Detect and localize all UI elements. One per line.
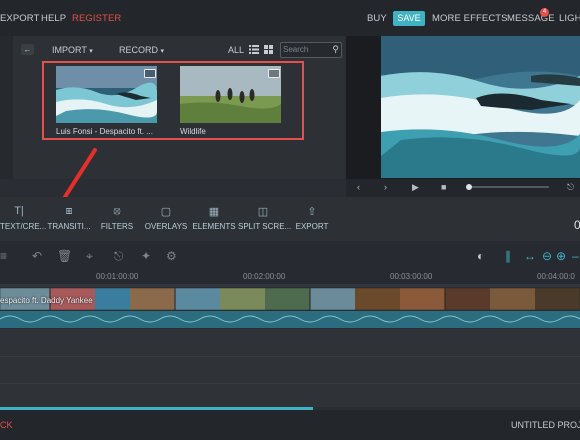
project-title: UNTITLED PROJE xyxy=(511,420,580,430)
chevron-down-icon: ▾ xyxy=(89,48,93,55)
chevron-down-icon: ▾ xyxy=(160,48,165,55)
track-clip-label: espacito ft. Daddy Yankee xyxy=(0,296,93,305)
zoom-in-icon[interactable]: ⊕ xyxy=(556,249,566,263)
crop-icon[interactable]: ⌖ xyxy=(86,249,93,264)
playback-progress-track[interactable] xyxy=(465,184,549,190)
export-icon: ⇧ xyxy=(307,206,317,218)
search-icon: ⚲ xyxy=(332,44,339,54)
microphone-icon[interactable]: ⎋ xyxy=(567,182,574,193)
menu-help[interactable]: HELP xyxy=(41,13,66,24)
step-back-icon[interactable]: › xyxy=(384,182,387,192)
filter-all[interactable]: ALL xyxy=(228,45,244,55)
undo-icon[interactable]: ↶ xyxy=(32,249,42,263)
detach-icon[interactable]: ⎋ xyxy=(114,249,124,264)
magic-wand-icon[interactable]: ✦ xyxy=(141,249,151,263)
playback-knob[interactable] xyxy=(465,184,472,190)
menu-bar: EXPORT HELP REGISTER BUY SAVE MORE EFFEC… xyxy=(0,0,580,36)
ruler-tick-label: 00:02:00:00 xyxy=(243,272,286,281)
back-arrow-icon[interactable]: ← xyxy=(21,44,34,55)
tool-filters[interactable]: ⦻ FILTERS xyxy=(99,205,135,231)
track-divider xyxy=(0,356,580,357)
tool-split-screen[interactable]: ◫ SPLIT SCRE... xyxy=(238,205,291,231)
delete-icon[interactable]: 🗑 xyxy=(57,249,72,263)
tool-overlays[interactable]: ▢ OVERLAYS xyxy=(143,205,189,231)
color-palette-icon[interactable]: ⚙ xyxy=(166,249,177,263)
ruler-tick-label: 00:01:00:00 xyxy=(96,272,139,281)
menu-register[interactable]: REGISTER xyxy=(72,13,121,24)
audio-track[interactable] xyxy=(0,311,580,328)
ruler-tick-label: 00:03:00:00 xyxy=(390,272,433,281)
record-dropdown[interactable]: RECORD ▾ xyxy=(119,45,164,55)
skip-back-icon[interactable]: ‹ xyxy=(357,182,360,192)
import-dropdown[interactable]: IMPORT ▾ xyxy=(52,45,93,55)
transition-icon: ⧆ xyxy=(65,205,73,217)
tools-right-value: 0 xyxy=(574,218,580,232)
track-divider xyxy=(0,383,580,384)
back-link[interactable]: CK xyxy=(0,420,13,430)
grid-view-icon[interactable] xyxy=(264,45,273,54)
filter-icon: ⦻ xyxy=(113,205,121,217)
timeline-empty-area[interactable] xyxy=(0,329,580,407)
ruler-tick-label: 00:04:00:0 xyxy=(537,272,575,281)
list-view-icon[interactable] xyxy=(249,45,259,54)
audio-waveform xyxy=(0,315,580,323)
speed-icon[interactable]: ◐ xyxy=(477,249,484,263)
overlay-icon: ▢ xyxy=(160,206,172,218)
split-screen-icon: ◫ xyxy=(257,206,269,218)
search-input[interactable]: Search ⚲ xyxy=(280,42,342,58)
stop-icon[interactable]: ■ xyxy=(441,182,446,192)
timeline-ruler[interactable] xyxy=(0,270,580,284)
tool-export[interactable]: ⇧ EXPORT xyxy=(294,205,330,231)
tool-text-credit[interactable]: T| TEXT/CRE... xyxy=(0,205,46,231)
tool-transitions[interactable]: ⧆ TRANSITI... xyxy=(47,205,91,231)
image-icon: ▦ xyxy=(208,206,220,218)
ocean-preview-image xyxy=(381,36,580,178)
menu-light[interactable]: LIGH xyxy=(559,13,580,24)
zoom-out-icon[interactable]: ⊖ xyxy=(542,249,552,263)
video-preview xyxy=(381,36,580,178)
selection-highlight-box xyxy=(42,61,304,140)
audio-mixer-icon[interactable]: ∥ xyxy=(505,249,511,263)
play-icon[interactable]: ▶ xyxy=(412,182,419,193)
text-icon: T| xyxy=(14,205,24,217)
save-button[interactable]: SAVE xyxy=(393,11,425,26)
bottom-bar: CK UNTITLED PROJE xyxy=(0,410,580,440)
menu-more-effects[interactable]: MORE EFFECTS xyxy=(432,13,508,24)
zoom-slider-icon[interactable]: – xyxy=(572,249,579,263)
menu-buy[interactable]: BUY xyxy=(367,13,387,24)
message-badge: 4 xyxy=(540,8,549,17)
playback-bar xyxy=(346,179,580,197)
settings-sliders-icon[interactable]: ≡ xyxy=(0,249,7,263)
fit-width-icon[interactable]: ↔ xyxy=(524,249,536,263)
tool-elements[interactable]: ▦ ELEMENTS xyxy=(192,205,236,231)
ruler-baseline xyxy=(0,284,580,287)
menu-export[interactable]: EXPORT xyxy=(0,13,40,24)
